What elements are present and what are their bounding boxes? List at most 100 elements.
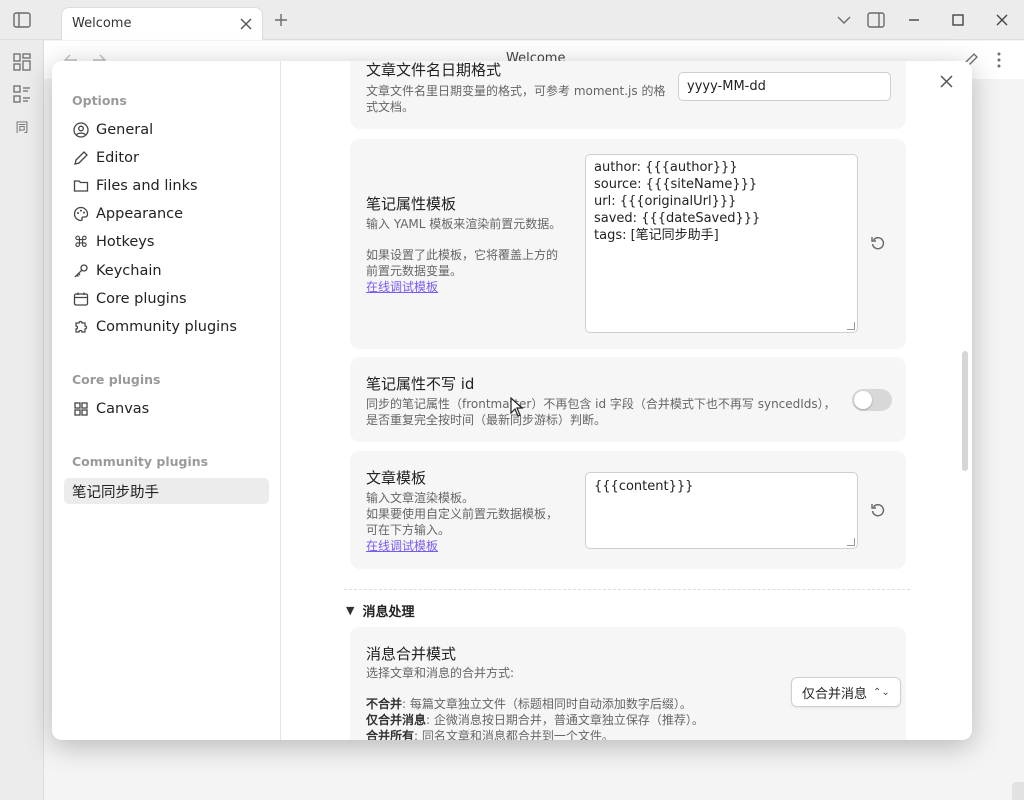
pencil-icon: [72, 149, 90, 167]
minimize-icon[interactable]: [904, 10, 924, 30]
chevron-down-icon[interactable]: [834, 10, 854, 30]
scrollbar[interactable]: [962, 351, 968, 471]
nav-heading-community-plugins: Community plugins: [72, 454, 209, 469]
resize-grip-icon[interactable]: [847, 538, 855, 546]
key-icon: [72, 262, 90, 280]
nav-label: Editor: [96, 150, 139, 166]
nav-label: Community plugins: [96, 319, 237, 335]
nav-item-editor[interactable]: Editor: [64, 145, 269, 171]
template-line: author: {{{author}}}: [594, 160, 738, 175]
modal-close-icon[interactable]: [936, 71, 956, 91]
nav-label: Appearance: [96, 206, 184, 222]
setting-desc-line1: 输入文章渲染模板。: [366, 491, 475, 505]
article-template-textarea[interactable]: {{{content}}}: [585, 472, 858, 549]
left-ribbon: 同: [0, 40, 44, 800]
merge-option-1: 不合并: 每篇文章独立文件（标题相同时自动添加数字后缀）。: [366, 696, 692, 712]
setting-title: 笔记属性不写 id: [366, 375, 475, 393]
list-icon[interactable]: [12, 84, 32, 104]
calendar-icon: [72, 290, 90, 308]
frontmatter-template-textarea[interactable]: author: {{{author}}} source: {{{siteName…: [585, 154, 858, 333]
option-label: 合并所有: [366, 729, 415, 740]
nav-label: Canvas: [96, 401, 150, 417]
template-line: source: {{{siteName}}}: [594, 177, 758, 192]
select-value: 仅合并消息: [802, 686, 868, 702]
command-icon: ⌘: [73, 233, 89, 251]
merge-mode-select[interactable]: 仅合并消息 ⌃⌄: [791, 677, 901, 707]
more-options-icon[interactable]: [990, 51, 1008, 69]
nav-item-files-and-links[interactable]: Files and links: [64, 173, 269, 199]
status-corner: [1012, 782, 1024, 800]
option-text: : 每篇文章独立文件（标题相同时自动添加数字后缀）。: [402, 697, 692, 711]
nav-item-sync-assistant[interactable]: 笔记同步助手: [64, 478, 269, 504]
setting-desc-line2: 如果设置了此模板，它将覆盖上方的: [366, 248, 559, 262]
window-close-icon[interactable]: [992, 10, 1012, 30]
setting-desc-line1: 选择文章和消息的合并方式:: [366, 666, 515, 680]
debug-template-link[interactable]: 在线调试模板: [366, 539, 438, 553]
section-message-handling[interactable]: ▼ 消息处理: [346, 601, 414, 620]
template-line: url: {{{originalUrl}}}: [594, 194, 737, 209]
reset-icon[interactable]: [868, 233, 888, 253]
collapse-triangle-icon: ▼: [346, 604, 355, 617]
date-format-input[interactable]: yyyy-MM-dd: [678, 72, 891, 101]
nav-item-core-plugins[interactable]: Core plugins: [64, 286, 269, 312]
folder-icon: [72, 177, 90, 195]
nav-item-general[interactable]: General: [64, 117, 269, 143]
nav-label: Keychain: [96, 263, 162, 279]
close-tab-icon[interactable]: [238, 16, 254, 32]
toggle-knob: [854, 391, 872, 409]
tab-welcome[interactable]: Welcome: [61, 7, 263, 40]
option-text: : 企微消息按日期合并，普通文章独立保存（推荐）。: [426, 713, 704, 727]
setting-desc-line3: 可在下方输入。: [366, 523, 451, 537]
setting-date-format: 文章文件名日期格式 文章文件名里日期变量的格式，可参考 moment.js 的格…: [350, 61, 906, 129]
user-circle-icon: [72, 121, 90, 139]
resize-grip-icon[interactable]: [847, 322, 855, 330]
sync-plugin-icon[interactable]: 同: [12, 116, 32, 136]
section-divider: [344, 589, 910, 590]
nav-label: General: [96, 122, 154, 138]
setting-desc-link-row: 在线调试模板: [366, 538, 438, 554]
merge-option-2: 仅合并消息: 企微消息按日期合并，普通文章独立保存（推荐）。: [366, 712, 704, 728]
nav-label: 笔记同步助手: [72, 484, 159, 501]
merge-option-3: 合并所有: 同名文章和消息都合并到一个文件。: [366, 728, 614, 740]
setting-desc-line2: 是否重复完全按时间（最新同步游标）判断。: [366, 413, 607, 427]
option-label: 不合并: [366, 697, 403, 711]
sidebar-toggle-icon[interactable]: [10, 9, 34, 31]
puzzle-icon: [72, 318, 90, 336]
right-sidebar-toggle-icon[interactable]: [866, 10, 886, 30]
nav-item-canvas[interactable]: Canvas: [64, 396, 269, 422]
palette-icon: [72, 205, 90, 223]
setting-merge-mode: 消息合并模式 选择文章和消息的合并方式: 不合并: 每篇文章独立文件（标题相同时…: [350, 627, 906, 740]
new-tab-icon[interactable]: [271, 10, 291, 30]
nav-heading-options: Options: [72, 93, 127, 108]
section-title: 消息处理: [362, 605, 415, 620]
nav-label: Hotkeys: [96, 234, 155, 250]
setting-title: 文章模板: [366, 469, 427, 487]
tab-label: Welcome: [72, 16, 132, 31]
reset-icon[interactable]: [868, 500, 888, 520]
title-bar: Welcome: [0, 0, 1024, 40]
grid-icon: [72, 400, 90, 418]
setting-title: 消息合并模式: [366, 645, 457, 663]
debug-template-link[interactable]: 在线调试模板: [366, 280, 438, 294]
nav-label: Core plugins: [96, 291, 187, 307]
maximize-icon[interactable]: [948, 10, 968, 30]
setting-title: 笔记属性模板: [366, 195, 457, 213]
nav-item-community-plugins[interactable]: Community plugins: [64, 314, 269, 340]
dashboard-icon[interactable]: [12, 52, 32, 72]
template-line: saved: {{{dateSaved}}}: [594, 211, 761, 226]
option-label: 仅合并消息: [366, 713, 427, 727]
setting-frontmatter-template: 笔记属性模板 输入 YAML 模板来渲染前置元数据。 如果设置了此模板，它将覆盖…: [350, 139, 906, 349]
template-line: {{{content}}}: [594, 479, 694, 494]
nav-item-appearance[interactable]: Appearance: [64, 201, 269, 227]
setting-desc-line1: 文章文件名里日期变量的格式，可参考 moment.js 的格: [366, 84, 666, 98]
option-text: : 同名文章和消息都合并到一个文件。: [414, 729, 614, 740]
setting-desc-line2: 式文档。: [366, 100, 415, 114]
setting-desc-line1: 输入 YAML 模板来渲染前置元数据。: [366, 217, 562, 231]
setting-desc-line1: 同步的笔记属性（frontmatter）不再包含 id 字段（合并模式下也不再写…: [366, 397, 836, 411]
nav-item-hotkeys[interactable]: ⌘ Hotkeys: [64, 229, 269, 255]
setting-desc-link-row: 在线调试模板: [366, 279, 438, 295]
nav-item-keychain[interactable]: Keychain: [64, 258, 269, 284]
setting-title: 文章文件名日期格式: [366, 61, 502, 79]
no-id-toggle[interactable]: [852, 389, 892, 411]
template-line: tags: [笔记同步助手]: [594, 228, 719, 243]
